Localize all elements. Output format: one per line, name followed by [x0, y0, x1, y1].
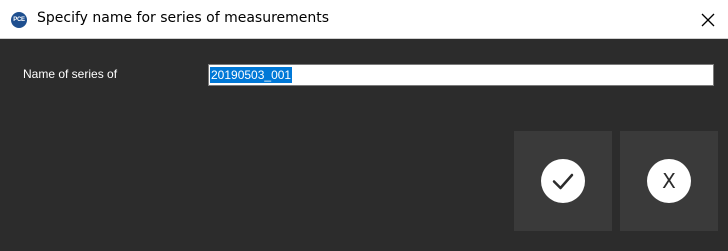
dialog-content: Name of series of 20190503_001 X: [0, 39, 728, 251]
ok-button[interactable]: [514, 131, 612, 231]
app-logo-icon: PCE: [11, 12, 27, 28]
series-name-label: Name of series of: [23, 67, 118, 81]
series-name-input[interactable]: 20190503_001: [208, 64, 714, 86]
series-name-value: 20190503_001: [210, 67, 293, 83]
cancel-x-icon: X: [662, 169, 676, 193]
close-button[interactable]: [694, 6, 722, 34]
dialog-title: Specify name for series of measurements: [37, 10, 330, 26]
dialog-window: PCE Specify name for series of measureme…: [0, 0, 728, 251]
title-bar: PCE Specify name for series of measureme…: [0, 0, 728, 39]
ok-circle: [541, 159, 585, 203]
cancel-circle: X: [647, 159, 691, 203]
checkmark-icon: [552, 173, 574, 190]
cancel-button[interactable]: X: [620, 131, 718, 231]
close-icon: [701, 13, 715, 27]
